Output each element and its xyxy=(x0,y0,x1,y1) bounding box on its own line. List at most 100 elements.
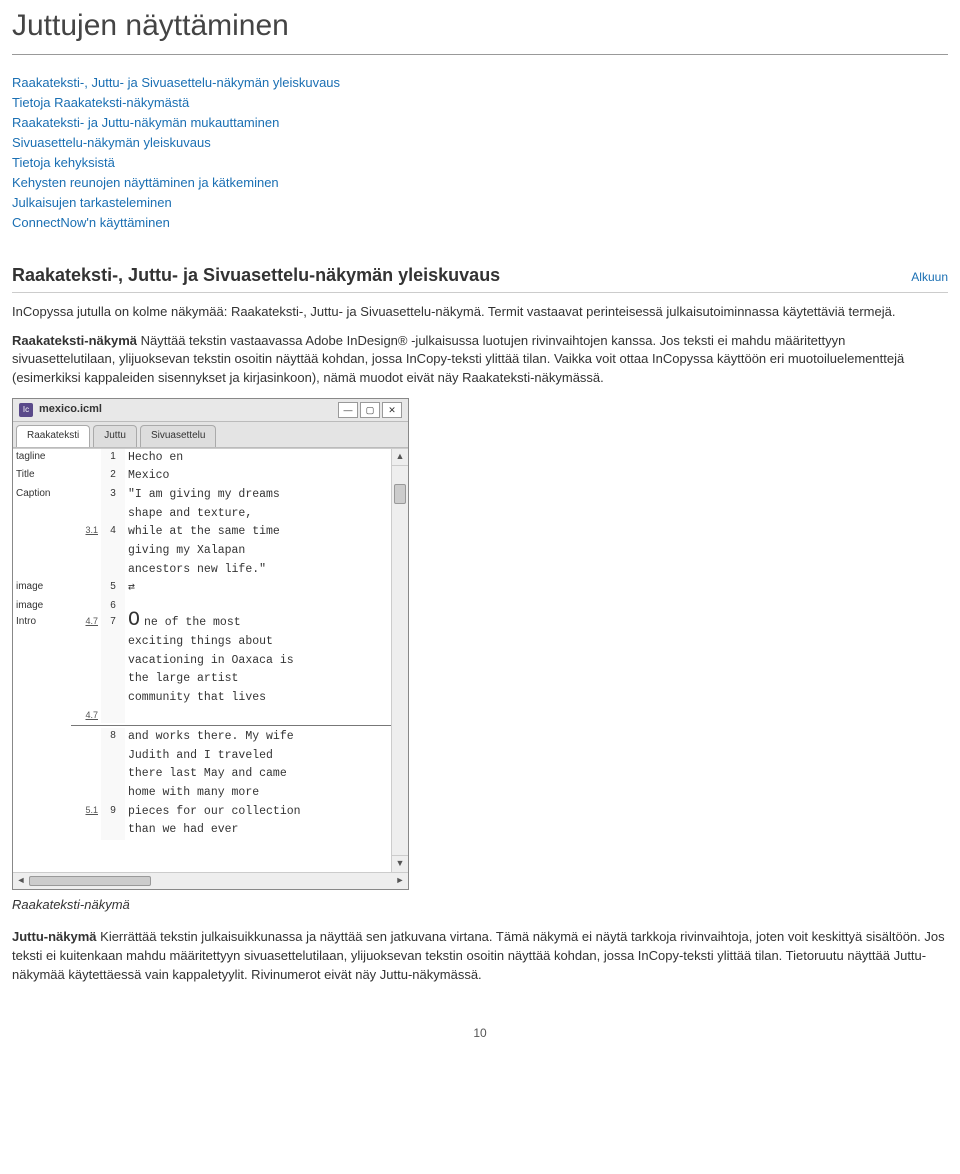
row-text[interactable]: giving my Xalapan xyxy=(125,542,391,561)
row-linenum: 5 xyxy=(101,579,125,598)
row-linenum xyxy=(101,765,125,784)
row-text[interactable]: vacationing in Oaxaca is xyxy=(125,652,391,671)
row-linenum xyxy=(101,670,125,689)
row-linenum: 9 xyxy=(101,803,125,822)
row-text[interactable]: Judith and I traveled xyxy=(125,747,391,766)
scroll-left-icon[interactable]: ◄ xyxy=(13,874,29,887)
row-text[interactable]: Mexico xyxy=(125,467,391,486)
row-depth xyxy=(71,633,101,652)
row-text[interactable]: One of the most xyxy=(125,614,391,633)
toc-link[interactable]: Raakateksti-, Juttu- ja Sivuasettelu-näk… xyxy=(12,73,948,93)
scroll-thumb[interactable] xyxy=(394,484,406,504)
row-tag: Intro xyxy=(13,614,71,633)
toc-link[interactable]: Tietoja kehyksistä xyxy=(12,153,948,173)
row-text[interactable]: pieces for our collection xyxy=(125,803,391,822)
window-buttons: — ▢ ✕ xyxy=(338,402,402,418)
titlebar: Ic mexico.icml — ▢ ✕ xyxy=(13,399,408,422)
para-raakateksti-body: Näyttää tekstin vastaavassa Adobe InDesi… xyxy=(12,333,904,386)
toc-link[interactable]: Tietoja Raakateksti-näkymästä xyxy=(12,93,948,113)
row-tag xyxy=(13,784,71,803)
vertical-scrollbar[interactable]: ▲ ▼ xyxy=(391,449,408,872)
close-button[interactable]: ✕ xyxy=(382,402,402,418)
app-icon: Ic xyxy=(19,403,33,417)
editor-row: 5.19pieces for our collection xyxy=(13,803,391,822)
row-text[interactable]: than we had ever xyxy=(125,821,391,840)
row-text[interactable]: exciting things about xyxy=(125,633,391,652)
minimize-button[interactable]: — xyxy=(338,402,358,418)
row-text[interactable]: "I am giving my dreams xyxy=(125,486,391,505)
tab-sivuasettelu[interactable]: Sivuasettelu xyxy=(140,425,216,447)
tab-raakateksti[interactable]: Raakateksti xyxy=(16,425,90,447)
editor-row: home with many more xyxy=(13,784,391,803)
row-text[interactable]: shape and texture, xyxy=(125,505,391,524)
row-depth xyxy=(71,467,101,486)
row-depth xyxy=(71,747,101,766)
row-depth xyxy=(71,652,101,671)
toc-link[interactable]: Kehysten reunojen näyttäminen ja kätkemi… xyxy=(12,173,948,193)
row-text[interactable]: community that lives xyxy=(125,689,391,708)
editor-row: shape and texture, xyxy=(13,505,391,524)
section-header: Raakateksti-, Juttu- ja Sivuasettelu-näk… xyxy=(12,262,948,293)
editor-row: tagline1Hecho en xyxy=(13,449,391,468)
row-text[interactable]: ⇄ xyxy=(125,579,391,598)
row-tag: image xyxy=(13,579,71,598)
row-text[interactable] xyxy=(125,598,391,615)
row-linenum: 7 xyxy=(101,614,125,633)
scroll-up-icon[interactable]: ▲ xyxy=(392,449,408,466)
page-title: Juttujen näyttäminen xyxy=(12,4,948,48)
row-text[interactable]: ancestors new life." xyxy=(125,561,391,580)
row-depth xyxy=(71,728,101,747)
row-text[interactable]: there last May and came xyxy=(125,765,391,784)
dropcap: O xyxy=(128,615,140,627)
row-tag: image xyxy=(13,598,71,615)
row-tag xyxy=(13,523,71,542)
horizontal-scrollbar[interactable]: ◄ ► xyxy=(13,872,408,889)
row-text[interactable]: Hecho en xyxy=(125,449,391,468)
row-text[interactable]: the large artist xyxy=(125,670,391,689)
row-linenum xyxy=(101,708,125,723)
scroll-right-icon[interactable]: ► xyxy=(392,874,408,887)
hscroll-thumb[interactable] xyxy=(29,876,151,886)
row-tag xyxy=(13,708,71,723)
row-depth xyxy=(71,689,101,708)
row-text[interactable]: and works there. My wife xyxy=(125,728,391,747)
row-linenum xyxy=(101,747,125,766)
section-heading: Raakateksti-, Juttu- ja Sivuasettelu-näk… xyxy=(12,262,500,288)
row-linenum: 3 xyxy=(101,486,125,505)
page-number: 10 xyxy=(12,1025,948,1042)
anchored-object-icon[interactable]: ⇄ xyxy=(128,581,135,594)
editor-row: 3.14while at the same time xyxy=(13,523,391,542)
hscroll-track[interactable] xyxy=(29,876,392,886)
row-depth xyxy=(71,670,101,689)
tab-juttu[interactable]: Juttu xyxy=(93,425,137,447)
toc-link[interactable]: Sivuasettelu-näkymän yleiskuvaus xyxy=(12,133,948,153)
editor-row: Intro4.77One of the most xyxy=(13,614,391,633)
maximize-button[interactable]: ▢ xyxy=(360,402,380,418)
scroll-down-icon[interactable]: ▼ xyxy=(392,855,408,872)
row-tag xyxy=(13,542,71,561)
row-tag: tagline xyxy=(13,449,71,468)
row-linenum xyxy=(101,784,125,803)
to-top-link[interactable]: Alkuun xyxy=(911,269,948,286)
row-depth xyxy=(71,821,101,840)
row-tag xyxy=(13,821,71,840)
para-juttu: Juttu-näkymä Kierrättää tekstin julkaisu… xyxy=(12,928,948,985)
row-text[interactable]: home with many more xyxy=(125,784,391,803)
row-depth: 5.1 xyxy=(71,803,101,822)
row-text[interactable]: while at the same time xyxy=(125,523,391,542)
row-tag: Caption xyxy=(13,486,71,505)
toc-link[interactable]: ConnectNow'n käyttäminen xyxy=(12,213,948,233)
figure-caption: Raakateksti-näkymä xyxy=(12,896,948,915)
row-depth xyxy=(71,505,101,524)
editor-row: community that lives xyxy=(13,689,391,708)
editor-row: 4.7 xyxy=(13,708,391,723)
para-intro: InCopyssa jutulla on kolme näkymää: Raak… xyxy=(12,303,948,322)
row-tag xyxy=(13,689,71,708)
toc-link[interactable]: Raakateksti- ja Juttu-näkymän mukauttami… xyxy=(12,113,948,133)
row-depth xyxy=(71,561,101,580)
toc-link[interactable]: Julkaisujen tarkasteleminen xyxy=(12,193,948,213)
scroll-track[interactable] xyxy=(392,466,408,857)
editor-rows: tagline1Hecho enTitle2MexicoCaption3"I a… xyxy=(13,449,391,872)
row-depth xyxy=(71,486,101,505)
row-text[interactable] xyxy=(125,708,391,723)
